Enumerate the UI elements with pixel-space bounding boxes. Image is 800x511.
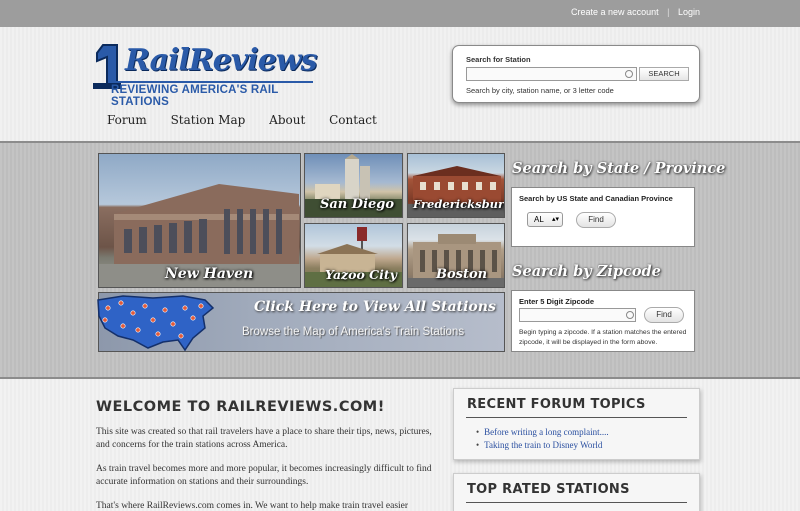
- us-map-icon: [97, 295, 215, 352]
- map-banner-title: Click Here to View All Stations: [254, 299, 496, 315]
- nav-item-about[interactable]: About: [269, 113, 305, 127]
- zip-search-label: Enter 5 Digit Zipcode: [519, 297, 595, 306]
- logo-tagline: REVIEWING AMERICA'S RAIL STATIONS: [111, 81, 313, 108]
- list-item[interactable]: Taking the train to Disney World: [476, 440, 609, 450]
- top-rated-stations-box: TOP RATED STATIONS: [453, 473, 700, 511]
- zip-search-title: Search by Zipcode: [512, 263, 661, 280]
- create-account-link[interactable]: Create a new account: [571, 7, 659, 17]
- tile-caption: San Diego: [320, 197, 395, 212]
- nav-item-forum[interactable]: Forum: [107, 113, 147, 127]
- nav-item-contact[interactable]: Contact: [329, 113, 377, 127]
- station-tile-boston[interactable]: Boston: [407, 223, 505, 288]
- state-search-title: Search by State / Province: [512, 160, 726, 177]
- hero-section: New Haven San Diego Fredericksburg Yazoo…: [0, 141, 800, 379]
- search-field-icon: [625, 70, 633, 78]
- station-tile-yazoo-city[interactable]: Yazoo City: [304, 223, 403, 288]
- tile-caption: Yazoo City: [325, 267, 397, 282]
- view-all-stations-banner[interactable]: Click Here to View All Stations Browse t…: [97, 292, 505, 352]
- top-rated-heading: TOP RATED STATIONS: [467, 482, 630, 497]
- list-item[interactable]: Before writing a long complaint....: [476, 427, 608, 437]
- state-search-panel: Search by US State and Canadian Province…: [511, 187, 695, 247]
- nav-item-station-map[interactable]: Station Map: [171, 113, 246, 127]
- main-content: WELCOME TO RAILREVIEWS.COM! This site wa…: [0, 379, 800, 511]
- login-link[interactable]: Login: [678, 7, 700, 17]
- welcome-title: WELCOME TO RAILREVIEWS.COM!: [96, 399, 385, 415]
- link-separator: |: [667, 7, 670, 17]
- main-nav: Forum Station Map About Contact: [107, 113, 397, 127]
- recent-topics-list: Before writing a long complaint.... Taki…: [476, 427, 609, 453]
- tile-caption: Boston: [436, 267, 488, 282]
- state-select-value: AL: [534, 215, 544, 224]
- search-hint: Search by city, station name, or 3 lette…: [466, 86, 614, 95]
- recent-topics-heading: RECENT FORUM TOPICS: [467, 397, 646, 412]
- zipcode-input[interactable]: [519, 308, 636, 322]
- recent-forum-topics-box: RECENT FORUM TOPICS Before writing a lon…: [453, 388, 700, 460]
- search-button[interactable]: SEARCH: [639, 67, 689, 81]
- tile-caption: Fredericksburg: [413, 197, 505, 211]
- tile-caption: New Haven: [165, 266, 254, 282]
- logo-name: RailReviews: [125, 43, 317, 78]
- state-search-label: Search by US State and Canadian Province: [519, 194, 673, 203]
- station-search-input[interactable]: [466, 67, 637, 81]
- account-links: Create a new account | Login: [571, 7, 700, 17]
- state-select[interactable]: AL ▴▾: [527, 212, 563, 227]
- zip-field-icon: [626, 311, 634, 319]
- site-header: RailReviews REVIEWING AMERICA'S RAIL STA…: [0, 27, 800, 141]
- station-tile-fredericksburg[interactable]: Fredericksburg: [407, 153, 505, 218]
- zip-search-panel: Enter 5 Digit Zipcode Find Begin typing …: [511, 290, 695, 352]
- intro-paragraph: This site was created so that rail trave…: [96, 427, 432, 450]
- site-logo[interactable]: RailReviews REVIEWING AMERICA'S RAIL STA…: [93, 43, 317, 108]
- map-banner-subtitle: Browse the Map of America's Train Statio…: [242, 326, 465, 338]
- station-tile-new-haven[interactable]: New Haven: [98, 153, 301, 288]
- select-arrows-icon: ▴▾: [551, 216, 559, 223]
- search-label: Search for Station: [466, 55, 531, 64]
- station-tile-san-diego[interactable]: San Diego: [304, 153, 403, 218]
- heading-divider: [466, 502, 687, 503]
- intro-paragraph: As train travel becomes more and more po…: [96, 464, 432, 487]
- intro-paragraph: That's where RailReviews.com comes in. W…: [96, 501, 409, 511]
- heading-divider: [466, 417, 687, 418]
- zip-search-hint: Begin typing a zipcode. If a station mat…: [519, 329, 687, 346]
- state-find-button[interactable]: Find: [576, 212, 616, 228]
- zip-find-button[interactable]: Find: [644, 307, 684, 323]
- station-search-box: Search for Station SEARCH Search by city…: [452, 45, 700, 103]
- top-bar: Create a new account | Login: [0, 0, 800, 27]
